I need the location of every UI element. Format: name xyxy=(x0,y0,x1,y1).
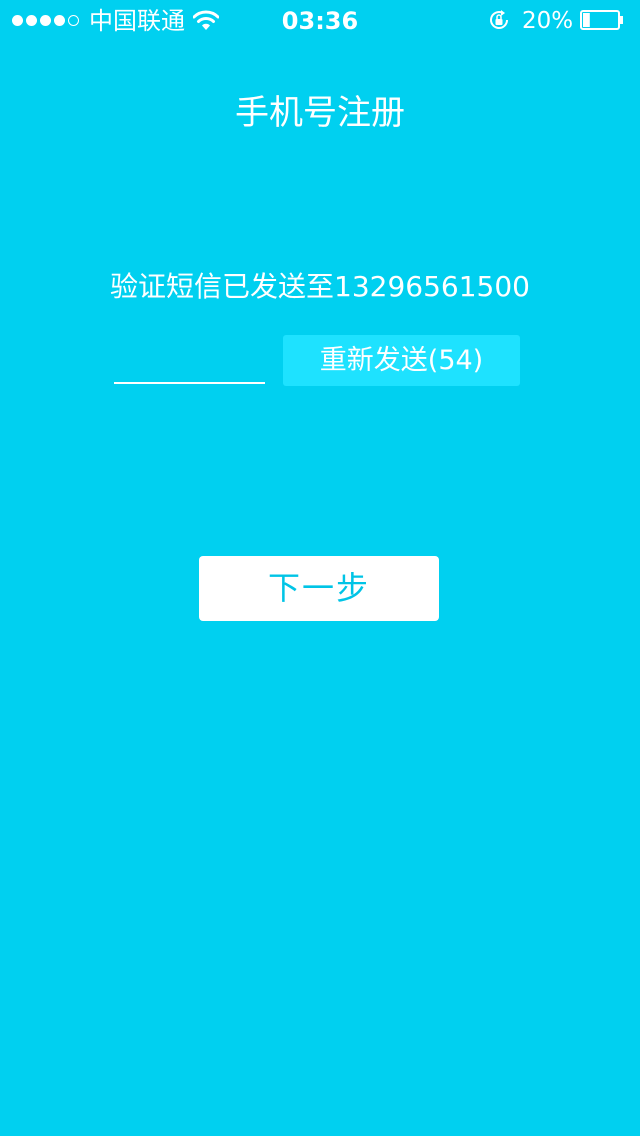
status-bar: 中国联通 03:36 20% xyxy=(0,0,640,40)
battery-percentage: 20% xyxy=(522,8,574,34)
verification-code-input[interactable] xyxy=(114,340,265,384)
next-step-button[interactable]: 下一步 xyxy=(199,556,439,621)
resend-button[interactable]: 重新发送(54) xyxy=(283,335,520,386)
page-title: 手机号注册 xyxy=(235,93,405,133)
battery-icon xyxy=(580,10,623,30)
sms-sent-message: 验证短信已发送至13296561500 xyxy=(110,270,530,303)
orientation-lock-icon xyxy=(490,10,508,29)
